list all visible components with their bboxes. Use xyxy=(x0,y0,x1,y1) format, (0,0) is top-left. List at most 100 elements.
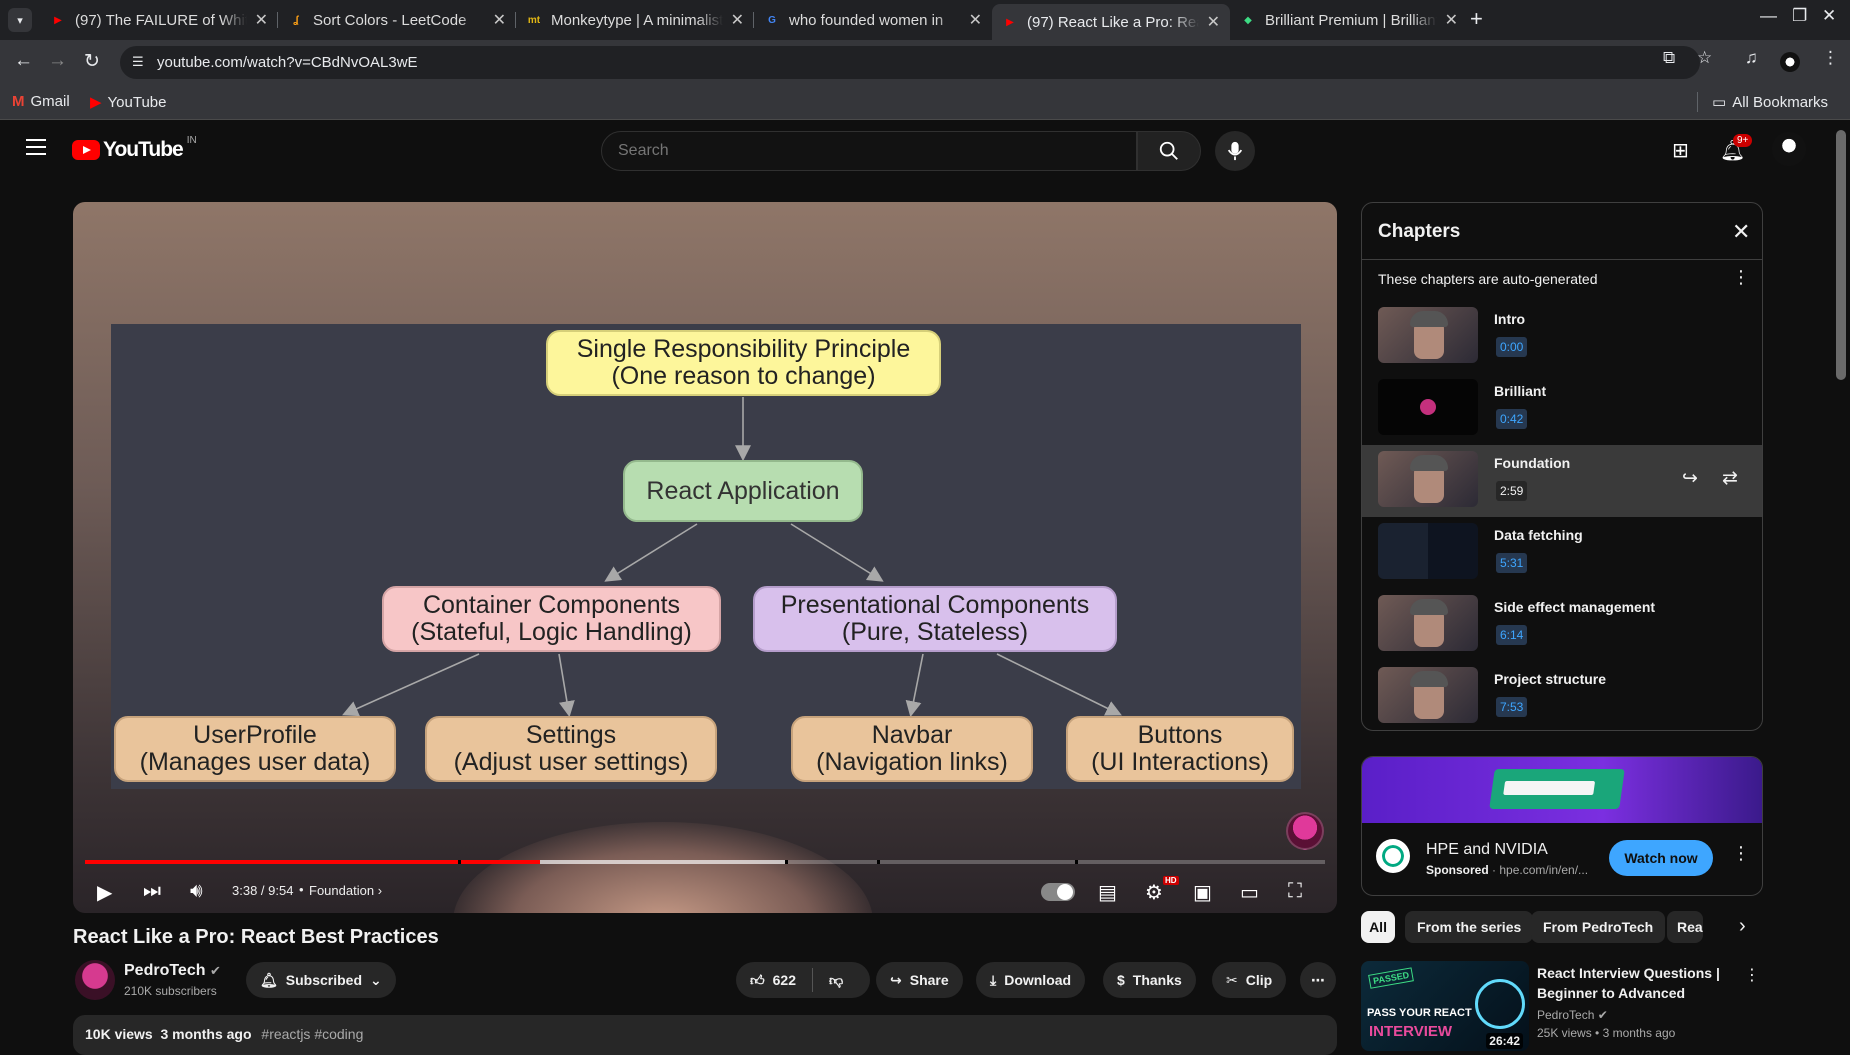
share-button[interactable]: ↪ Share xyxy=(876,962,963,998)
theater-mode-icon[interactable]: ▭ xyxy=(1240,880,1259,905)
new-tab-icon[interactable]: + xyxy=(1470,6,1483,32)
account-avatar[interactable] xyxy=(1772,132,1806,166)
bookmarks-bar: M Gmail ▶ YouTube ▭ All Bookmarks xyxy=(0,84,1850,120)
voice-search-button[interactable] xyxy=(1215,131,1255,171)
bookmark-star-icon[interactable]: ☆ xyxy=(1697,48,1712,68)
hashtags[interactable]: #reactjs #coding xyxy=(261,1026,363,1042)
settings-gear-icon[interactable]: ⚙ xyxy=(1145,880,1163,905)
autoplay-toggle[interactable] xyxy=(1041,883,1075,901)
progress-bar[interactable] xyxy=(85,860,1325,864)
site-info-icon[interactable]: ☰ xyxy=(132,54,144,70)
youtube-logo[interactable]: YouTube IN xyxy=(72,135,197,162)
page-scrollbar[interactable] xyxy=(1836,130,1846,380)
volume-icon[interactable]: 🔊︎ xyxy=(190,880,203,903)
tab-search-button[interactable]: ▾ xyxy=(8,8,32,32)
chip-from-series[interactable]: From the series xyxy=(1405,911,1534,943)
address-bar[interactable]: ☰ youtube.com/watch?v=CBdNvOAL3wE xyxy=(120,46,1700,79)
close-tab-icon[interactable]: ✕ xyxy=(1207,12,1220,32)
forward-icon[interactable]: → xyxy=(48,50,67,72)
menu-icon[interactable] xyxy=(26,139,46,155)
url-text[interactable]: youtube.com/watch?v=CBdNvOAL3wE xyxy=(157,54,418,71)
recommended-title[interactable]: React Interview Questions | Beginner to … xyxy=(1537,963,1727,1003)
description-box[interactable]: 10K views 3 months ago #reactjs #coding xyxy=(73,1015,1337,1055)
watch-now-button[interactable]: Watch now xyxy=(1609,840,1713,876)
browser-tab[interactable]: mt Monkeytype | A minimalistic ✕ xyxy=(516,4,754,36)
next-icon[interactable]: ⏭ xyxy=(143,880,161,903)
bookmark-gmail[interactable]: M Gmail xyxy=(12,93,70,110)
current-chapter[interactable]: Foundation › xyxy=(309,883,382,898)
tab-title: Monkeytype | A minimalistic xyxy=(551,11,723,29)
chapter-timestamp[interactable]: 5:31 xyxy=(1496,553,1528,573)
video-player[interactable]: Single Responsibility Principle (One rea… xyxy=(73,202,1337,913)
node-title: React Application xyxy=(646,476,840,505)
back-icon[interactable]: ← xyxy=(14,50,33,72)
recommended-video[interactable]: PASSED PASS YOUR REACT INTERVIEW 26:42 R… xyxy=(1361,961,1763,1051)
fullscreen-icon[interactable]: ⛶ xyxy=(1288,880,1302,903)
browser-tab[interactable]: ◆ Brilliant Premium | Brilliant ✕ xyxy=(1230,4,1468,36)
chip-from-channel[interactable]: From PedroTech xyxy=(1531,911,1666,943)
channel-watermark[interactable] xyxy=(1286,812,1324,850)
close-window-icon[interactable]: ✕ xyxy=(1822,6,1836,26)
video-thumbnail[interactable]: PASSED PASS YOUR REACT INTERVIEW 26:42 xyxy=(1361,961,1529,1051)
search-input[interactable] xyxy=(602,132,1136,170)
bookmark-youtube[interactable]: ▶ YouTube xyxy=(90,93,167,112)
browser-menu-icon[interactable]: ⋮ xyxy=(1822,48,1839,68)
close-tab-icon[interactable]: ✕ xyxy=(493,10,506,30)
like-button[interactable]: 👍︎ 622 xyxy=(750,972,796,989)
media-control-icon[interactable]: ♫ xyxy=(1745,48,1758,68)
chip-more[interactable]: Rea xyxy=(1667,911,1703,943)
chapter-item[interactable]: Brilliant 0:42 xyxy=(1362,373,1762,445)
browser-tab[interactable]: ▶ (97) The FAILURE of White ✕ xyxy=(40,4,278,36)
chapter-timestamp[interactable]: 6:14 xyxy=(1496,625,1528,645)
sponsored-ad-card[interactable]: HPE and NVIDIA Sponsored · hpe.com/in/en… xyxy=(1361,756,1763,896)
browser-tab[interactable]: ʆ Sort Colors - LeetCode ✕ xyxy=(278,4,516,36)
more-vertical-icon[interactable]: ⋮ xyxy=(1732,843,1750,864)
browser-tab[interactable]: G who founded women in ✕ xyxy=(754,4,992,36)
dislike-button[interactable]: 👎︎ xyxy=(829,972,843,989)
close-icon[interactable]: ✕ xyxy=(1732,219,1750,245)
chapter-thumbnail xyxy=(1378,523,1478,579)
close-tab-icon[interactable]: ✕ xyxy=(255,10,268,30)
chapter-item[interactable]: Side effect management 6:14 xyxy=(1362,589,1762,661)
repeat-icon[interactable]: ⇄ xyxy=(1722,467,1738,490)
minimize-icon[interactable]: — xyxy=(1760,6,1777,26)
create-video-icon[interactable]: ⊞ xyxy=(1672,138,1689,163)
download-button[interactable]: ⤓ Download xyxy=(976,962,1086,998)
recommended-channel[interactable]: PedroTech ✔ xyxy=(1537,1008,1608,1022)
chapter-item[interactable]: Data fetching 5:31 xyxy=(1362,517,1762,589)
divider xyxy=(1362,259,1762,260)
chapter-timestamp[interactable]: 0:42 xyxy=(1496,409,1528,429)
install-app-icon[interactable]: ⧉ xyxy=(1663,48,1675,68)
chapter-item[interactable]: Intro 0:00 xyxy=(1362,301,1762,373)
channel-name[interactable]: PedroTech ✔ xyxy=(124,962,221,980)
all-bookmarks[interactable]: ▭ All Bookmarks xyxy=(1712,93,1828,112)
share-label: Share xyxy=(909,972,949,988)
search-button[interactable] xyxy=(1137,131,1201,171)
reload-icon[interactable]: ↻ xyxy=(84,50,100,73)
chapter-timestamp[interactable]: 7:53 xyxy=(1496,697,1528,717)
channel-avatar[interactable] xyxy=(75,960,115,1000)
chapter-item[interactable]: Project structure 7:53 xyxy=(1362,661,1762,730)
profile-avatar[interactable] xyxy=(1780,52,1800,72)
chevron-right-icon[interactable]: › xyxy=(1739,915,1746,938)
more-vertical-icon[interactable]: ⋮ xyxy=(1744,965,1760,985)
restore-icon[interactable]: ❐ xyxy=(1792,6,1807,26)
close-tab-icon[interactable]: ✕ xyxy=(1445,10,1458,30)
thumbnail-badge: PASSED xyxy=(1368,967,1415,989)
chip-all[interactable]: All xyxy=(1361,911,1395,943)
subscribed-button[interactable]: 🔔︎ Subscribed ⌄ xyxy=(246,962,396,998)
chapter-timestamp[interactable]: 0:00 xyxy=(1496,337,1528,357)
close-tab-icon[interactable]: ✕ xyxy=(969,10,982,30)
thanks-button[interactable]: $ Thanks xyxy=(1103,962,1196,998)
chapter-timestamp[interactable]: 2:59 xyxy=(1496,481,1528,501)
clip-button[interactable]: ✂ Clip xyxy=(1212,962,1287,998)
play-icon[interactable]: ▶ xyxy=(97,880,112,905)
miniplayer-icon[interactable]: ▣ xyxy=(1193,880,1212,905)
close-tab-icon[interactable]: ✕ xyxy=(731,10,744,30)
more-vertical-icon[interactable]: ⋮ xyxy=(1732,267,1750,288)
chapter-item-active[interactable]: Foundation 2:59 ↪ ⇄ xyxy=(1362,445,1762,517)
subtitles-icon[interactable]: ▤ xyxy=(1098,880,1117,905)
share-icon[interactable]: ↪ xyxy=(1682,467,1698,490)
browser-tab-active[interactable]: ▶ (97) React Like a Pro: React ✕ xyxy=(992,4,1230,40)
more-actions-button[interactable]: ⋯ xyxy=(1300,962,1336,998)
